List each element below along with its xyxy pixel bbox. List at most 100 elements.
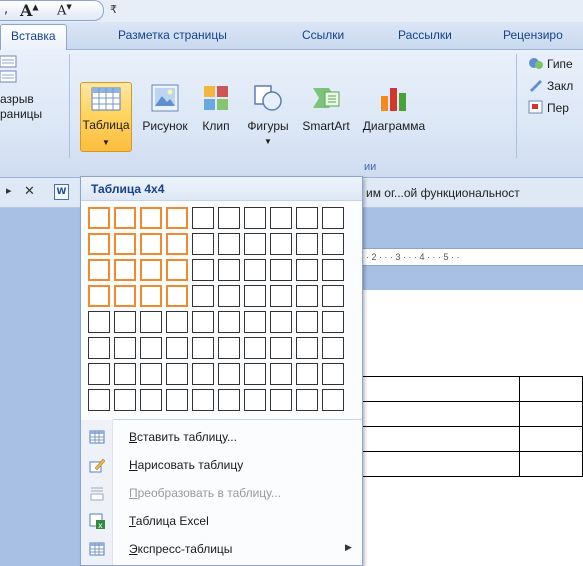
shapes-button[interactable]: Фигуры ▼ bbox=[240, 84, 296, 149]
grid-cell[interactable] bbox=[322, 389, 344, 411]
grid-cell[interactable] bbox=[88, 285, 110, 307]
grid-cell[interactable] bbox=[296, 207, 318, 229]
grid-cell[interactable] bbox=[270, 285, 292, 307]
grid-cell[interactable] bbox=[270, 337, 292, 359]
tab-page-layout[interactable]: Разметка страницы bbox=[118, 28, 227, 42]
document-table[interactable] bbox=[362, 376, 583, 477]
grid-cell[interactable] bbox=[270, 233, 292, 255]
grid-cell[interactable] bbox=[244, 259, 266, 281]
draw-table-item[interactable]: Нарисовать таблицу bbox=[81, 453, 362, 477]
tab-review[interactable]: Рецензиро bbox=[503, 28, 563, 42]
grid-cell[interactable] bbox=[218, 285, 240, 307]
grid-cell[interactable] bbox=[218, 337, 240, 359]
grid-cell[interactable] bbox=[166, 363, 188, 385]
quick-tables-item[interactable]: Экспресс-таблицы ▶ bbox=[81, 537, 362, 561]
grid-cell[interactable] bbox=[140, 285, 162, 307]
table-cell[interactable] bbox=[519, 376, 583, 402]
table-cell[interactable] bbox=[362, 451, 520, 477]
grid-cell[interactable] bbox=[244, 337, 266, 359]
grid-cell[interactable] bbox=[166, 337, 188, 359]
tab-references[interactable]: Ссылки bbox=[302, 28, 344, 42]
grid-cell[interactable] bbox=[322, 207, 344, 229]
grid-cell[interactable] bbox=[270, 259, 292, 281]
grid-cell[interactable] bbox=[322, 363, 344, 385]
bookmark-button[interactable]: Закл bbox=[528, 78, 573, 93]
grid-cell[interactable] bbox=[270, 389, 292, 411]
close-icon[interactable]: ✕ bbox=[24, 184, 35, 199]
grid-cell[interactable] bbox=[192, 337, 214, 359]
grid-cell[interactable] bbox=[140, 337, 162, 359]
clip-art-button[interactable]: Клип bbox=[196, 84, 236, 134]
table-cell[interactable] bbox=[519, 451, 583, 477]
grid-cell[interactable] bbox=[192, 285, 214, 307]
cross-reference-button[interactable]: Пер bbox=[528, 100, 569, 115]
grid-cell[interactable] bbox=[140, 311, 162, 333]
font-size-buttons[interactable]: , A▲ A▼ bbox=[0, 0, 104, 21]
grid-cell[interactable] bbox=[114, 233, 136, 255]
grid-cell[interactable] bbox=[322, 259, 344, 281]
qat-customize-dropdown[interactable]: ₹ bbox=[110, 3, 117, 16]
grid-cell[interactable] bbox=[218, 389, 240, 411]
grid-cell[interactable] bbox=[296, 233, 318, 255]
tab-mailings[interactable]: Рассылки bbox=[398, 28, 452, 42]
table-button[interactable]: Таблица ▼ bbox=[80, 82, 132, 152]
grid-cell[interactable] bbox=[296, 311, 318, 333]
grid-cell[interactable] bbox=[270, 311, 292, 333]
grid-cell[interactable] bbox=[296, 363, 318, 385]
table-size-grid[interactable] bbox=[88, 207, 348, 413]
grid-cell[interactable] bbox=[244, 285, 266, 307]
grid-cell[interactable] bbox=[296, 389, 318, 411]
grid-cell[interactable] bbox=[114, 259, 136, 281]
picture-button[interactable]: Рисунок bbox=[136, 84, 194, 134]
grid-cell[interactable] bbox=[166, 311, 188, 333]
grid-cell[interactable] bbox=[244, 363, 266, 385]
page-break-button[interactable]: азрыв раницы bbox=[0, 55, 60, 122]
grid-cell[interactable] bbox=[114, 389, 136, 411]
horizontal-ruler[interactable]: · 2 · · · 3 · · · 4 · · · 5 · · bbox=[362, 248, 583, 266]
table-cell[interactable] bbox=[519, 426, 583, 452]
grid-cell[interactable] bbox=[192, 389, 214, 411]
grid-cell[interactable] bbox=[166, 233, 188, 255]
grid-cell[interactable] bbox=[244, 207, 266, 229]
grow-font-icon[interactable]: A▲ bbox=[20, 1, 39, 20]
grid-cell[interactable] bbox=[166, 259, 188, 281]
grid-cell[interactable] bbox=[322, 337, 344, 359]
smartart-button[interactable]: SmartArt bbox=[296, 84, 356, 134]
grid-cell[interactable] bbox=[88, 363, 110, 385]
grid-cell[interactable] bbox=[114, 363, 136, 385]
grid-cell[interactable] bbox=[88, 389, 110, 411]
grid-cell[interactable] bbox=[192, 311, 214, 333]
grid-cell[interactable] bbox=[296, 337, 318, 359]
grid-cell[interactable] bbox=[322, 311, 344, 333]
grid-cell[interactable] bbox=[218, 259, 240, 281]
grid-cell[interactable] bbox=[114, 285, 136, 307]
grid-cell[interactable] bbox=[166, 285, 188, 307]
table-cell[interactable] bbox=[362, 426, 520, 452]
grid-cell[interactable] bbox=[322, 285, 344, 307]
grid-cell[interactable] bbox=[140, 233, 162, 255]
grid-cell[interactable] bbox=[88, 311, 110, 333]
chevron-left-icon[interactable]: ▸ bbox=[6, 184, 12, 197]
grid-cell[interactable] bbox=[166, 389, 188, 411]
grid-cell[interactable] bbox=[140, 207, 162, 229]
grid-cell[interactable] bbox=[270, 363, 292, 385]
grid-cell[interactable] bbox=[88, 207, 110, 229]
grid-cell[interactable] bbox=[192, 207, 214, 229]
tab-insert[interactable]: Вставка bbox=[0, 24, 67, 52]
grid-cell[interactable] bbox=[88, 259, 110, 281]
grid-cell[interactable] bbox=[192, 259, 214, 281]
grid-cell[interactable] bbox=[192, 363, 214, 385]
convert-to-table-item[interactable]: Преобразовать в таблицу... bbox=[81, 481, 362, 505]
grid-cell[interactable] bbox=[218, 311, 240, 333]
grid-cell[interactable] bbox=[114, 337, 136, 359]
grid-cell[interactable] bbox=[270, 207, 292, 229]
chart-button[interactable]: Диаграмма bbox=[358, 84, 430, 134]
grid-cell[interactable] bbox=[88, 337, 110, 359]
grid-cell[interactable] bbox=[218, 233, 240, 255]
grid-cell[interactable] bbox=[140, 259, 162, 281]
grid-cell[interactable] bbox=[218, 207, 240, 229]
grid-cell[interactable] bbox=[296, 285, 318, 307]
hyperlink-button[interactable]: Гипе bbox=[528, 56, 573, 71]
grid-cell[interactable] bbox=[166, 207, 188, 229]
grid-cell[interactable] bbox=[322, 233, 344, 255]
